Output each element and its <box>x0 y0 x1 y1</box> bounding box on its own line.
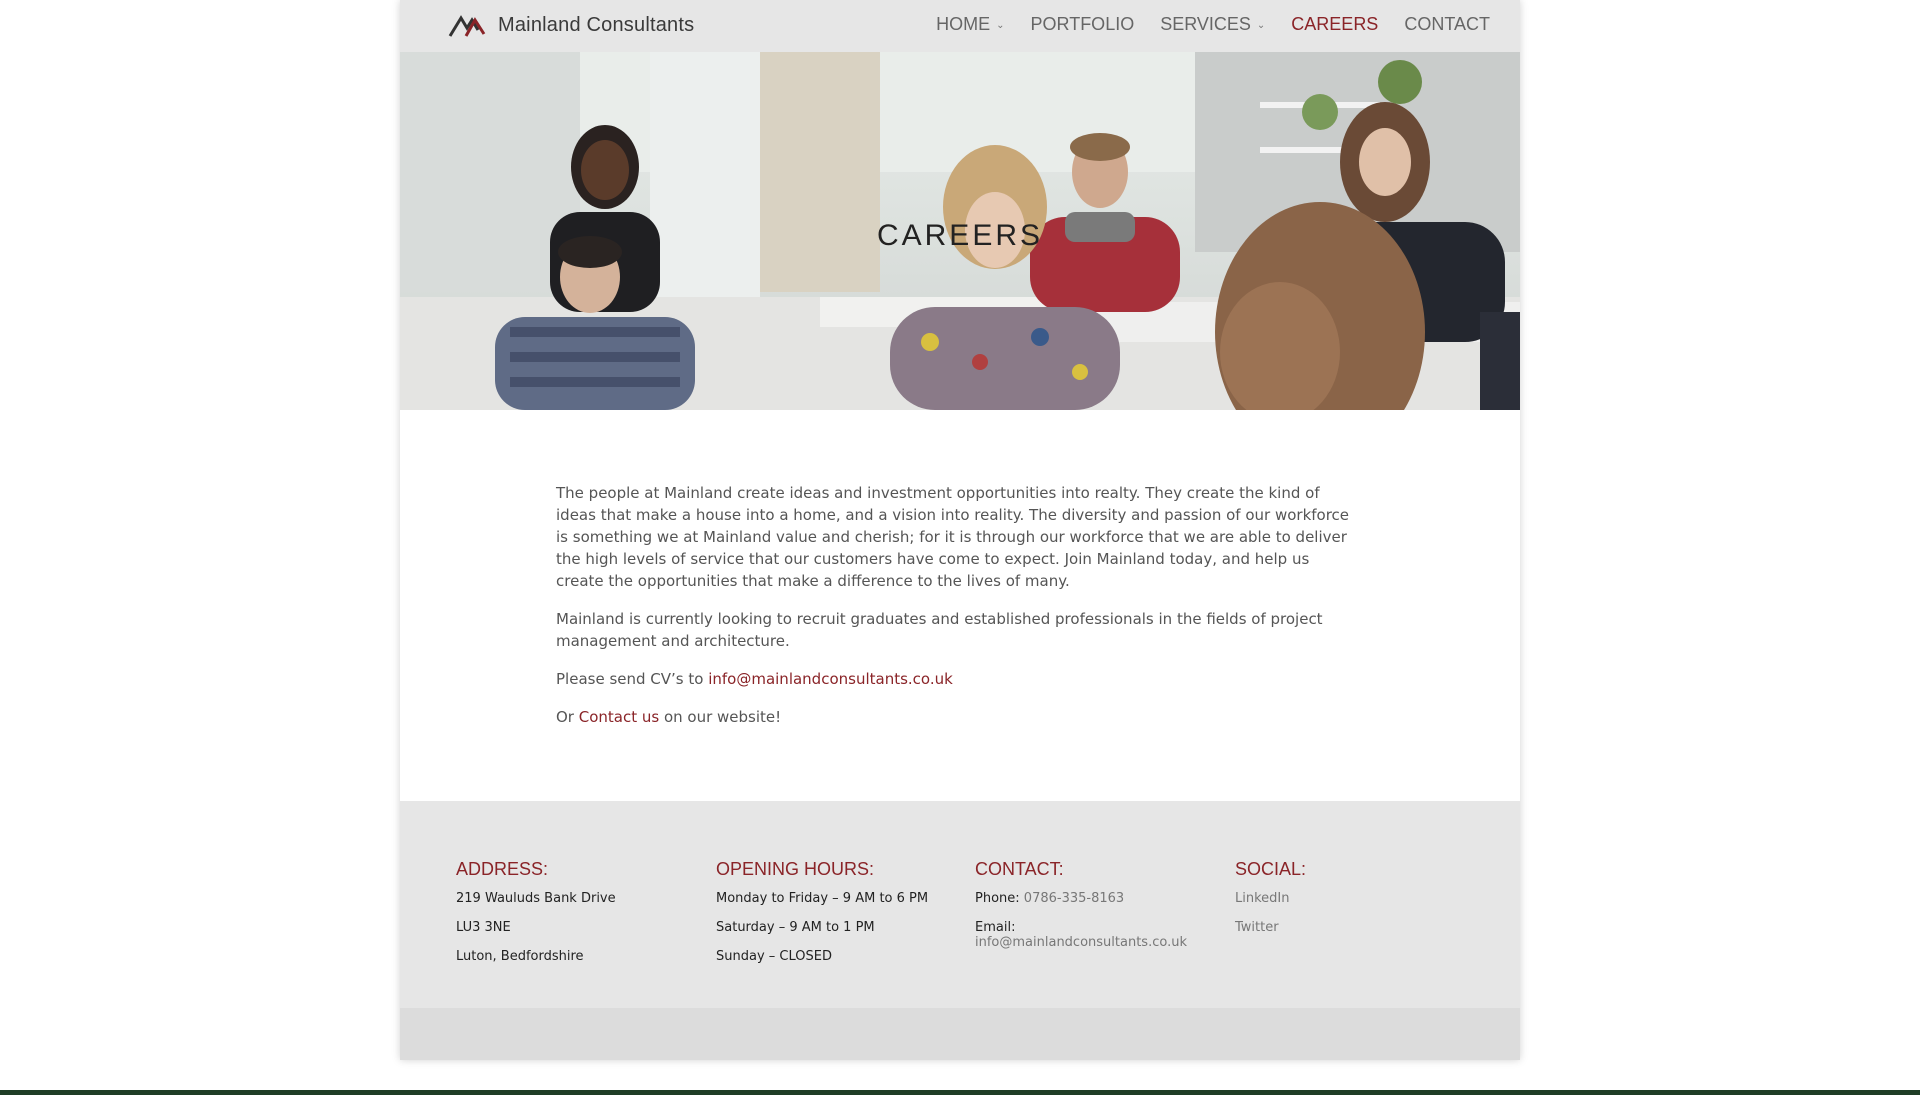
page-title: CAREERS <box>876 219 1044 252</box>
address-line: LU3 3NE <box>456 920 511 935</box>
window-bottom-edge <box>0 1090 1920 1095</box>
hours-line: Saturday – 9 AM to 1 PM <box>716 920 875 935</box>
address-line: 219 Wauluds Bank Drive <box>456 891 616 906</box>
cv-email-link[interactable]: info@mainlandconsultants.co.uk <box>708 670 953 688</box>
contact-suffix: on our website! <box>659 708 782 726</box>
contact-paragraph: Or Contact us on our website! <box>556 706 1361 728</box>
contact-heading: CONTACT: <box>975 859 1064 879</box>
phone-link[interactable]: 0786-335-8163 <box>1024 891 1124 906</box>
social-heading: SOCIAL: <box>1235 859 1307 879</box>
nav-portfolio[interactable]: PORTFOLIO <box>1031 14 1135 35</box>
careers-content: The people at Mainland create ideas and … <box>556 482 1361 744</box>
hours-line: Monday to Friday – 9 AM to 6 PM <box>716 891 929 906</box>
address-heading: ADDRESS: <box>456 859 549 879</box>
cv-paragraph: Please send CV’s to info@mainlandconsult… <box>556 668 1361 690</box>
nav-careers[interactable]: CAREERS <box>1291 14 1378 35</box>
email-line: Email: info@mainlandconsultants.co.uk <box>975 920 1205 950</box>
footer-address: ADDRESS: 219 Wauluds Bank Drive LU3 3NE … <box>456 859 686 971</box>
hours-line: Sunday – CLOSED <box>716 949 832 964</box>
recruitment-paragraph: Mainland is currently looking to recruit… <box>556 610 1323 650</box>
footer-contact: CONTACT: Phone: 0786-335-8163 Email: inf… <box>975 859 1205 950</box>
footer-hours: OPENING HOURS: Monday to Friday – 9 AM t… <box>716 859 946 971</box>
mountain-logo-icon <box>448 15 486 37</box>
footer-widgets: ADDRESS: 219 Wauluds Bank Drive LU3 3NE … <box>400 801 1520 1008</box>
twitter-link[interactable]: Twitter <box>1235 920 1279 935</box>
site-logo[interactable]: Mainland Consultants <box>448 10 694 40</box>
nav-contact-label: CONTACT <box>1404 14 1490 34</box>
email-label: Email: <box>975 920 1016 935</box>
footer-social: SOCIAL: LinkedIn Twitter <box>1235 859 1465 942</box>
top-navigation-bar: Mainland Consultants HOME ⌄ PORTFOLIO SE… <box>400 0 1520 52</box>
email-link[interactable]: info@mainlandconsultants.co.uk <box>975 935 1187 950</box>
page-container: Mainland Consultants HOME ⌄ PORTFOLIO SE… <box>400 0 1520 1060</box>
address-line: Luton, Bedfordshire <box>456 949 584 964</box>
nav-home[interactable]: HOME ⌄ <box>936 14 1004 35</box>
nav-services-label: SERVICES <box>1160 14 1251 34</box>
logo-text: Mainland Consultants <box>498 13 695 36</box>
nav-contact[interactable]: CONTACT <box>1404 14 1490 35</box>
hours-heading: OPENING HOURS: <box>716 859 875 879</box>
nav-portfolio-label: PORTFOLIO <box>1030 14 1135 34</box>
cv-text: Please send CV’s to <box>556 670 709 688</box>
phone-label: Phone: <box>975 891 1020 906</box>
nav-services[interactable]: SERVICES ⌄ <box>1160 14 1265 35</box>
main-navigation: HOME ⌄ PORTFOLIO SERVICES ⌄ CAREERS CONT… <box>936 14 1490 35</box>
linkedin-link[interactable]: LinkedIn <box>1235 891 1289 906</box>
intro-paragraph: The people at Mainland create ideas and … <box>556 484 1350 590</box>
nav-careers-label: CAREERS <box>1291 14 1379 34</box>
chevron-down-icon: ⌄ <box>996 20 1005 31</box>
contact-us-link[interactable]: Contact us <box>579 708 659 726</box>
contact-prefix: Or <box>556 708 579 726</box>
chevron-down-icon: ⌄ <box>1256 20 1266 31</box>
hero-banner: CAREERS <box>400 52 1520 410</box>
phone-line: Phone: 0786-335-8163 <box>975 884 1205 913</box>
footer-bottom-bar <box>400 1008 1520 1060</box>
nav-home-label: HOME <box>936 14 991 34</box>
